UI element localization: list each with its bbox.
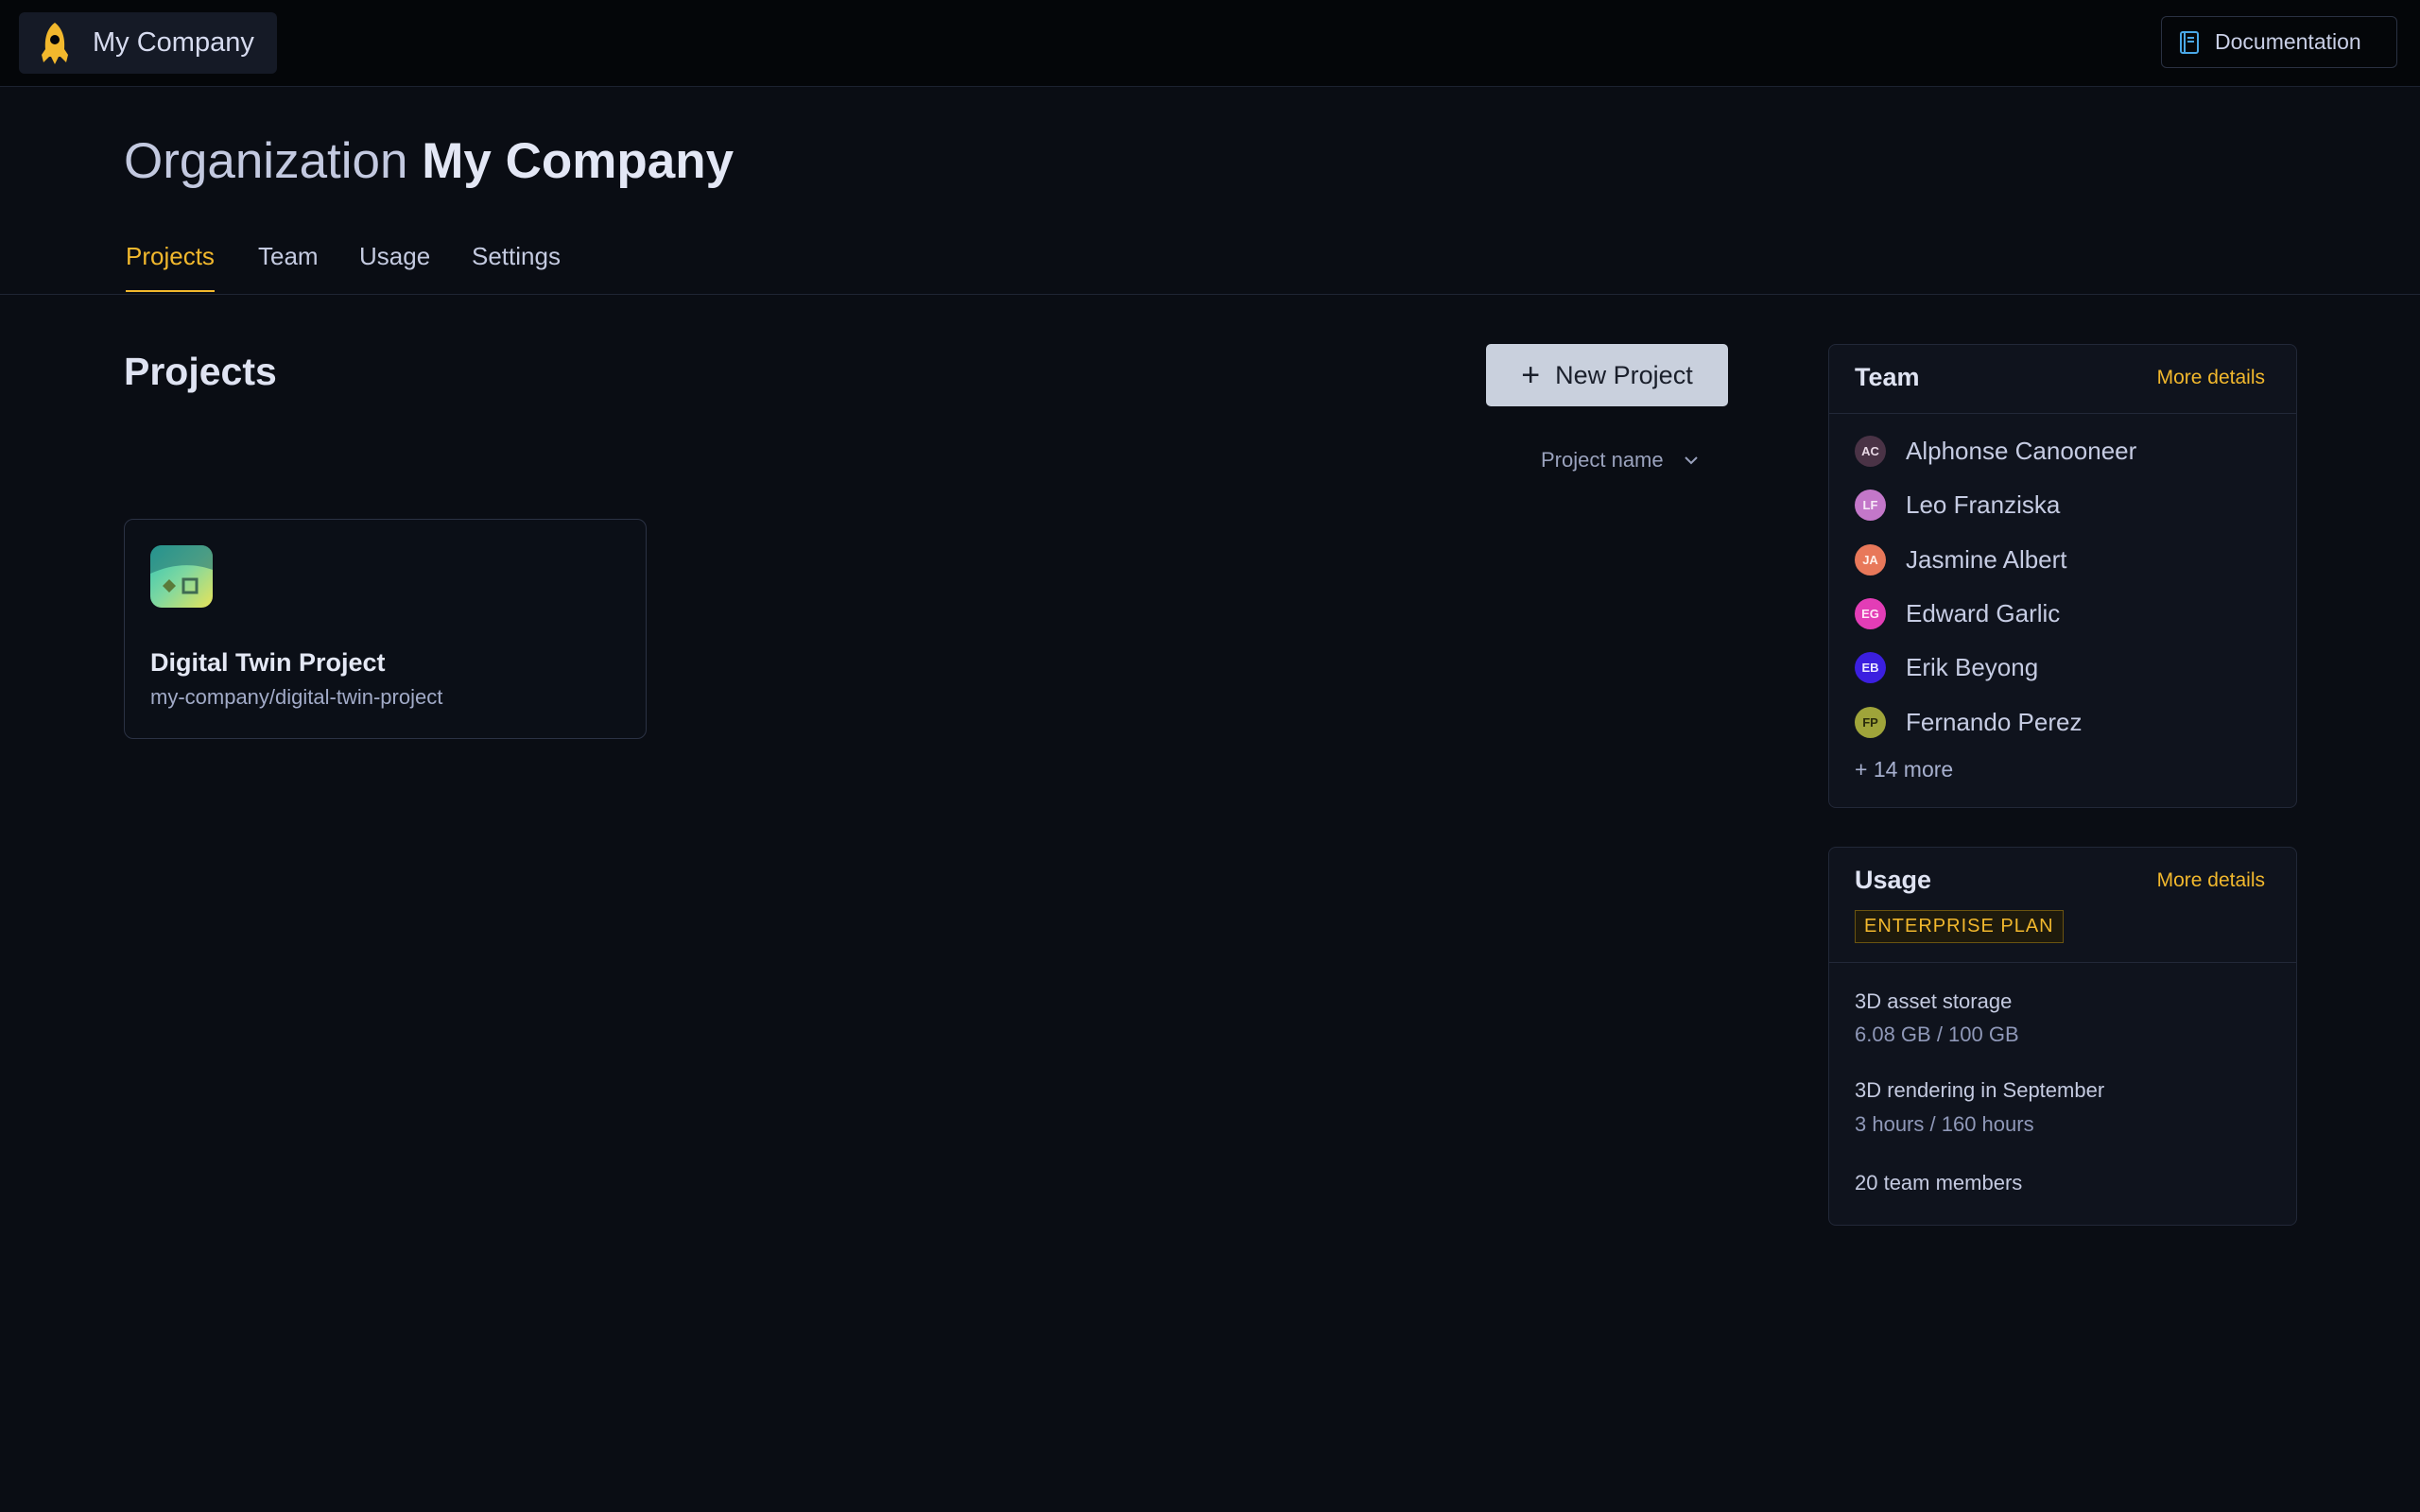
- usage-more-details-link[interactable]: More details: [2157, 869, 2265, 892]
- usage-panel: Usage More details ENTERPRISE PLAN 3D as…: [1828, 847, 2297, 1226]
- avatar: AC: [1855, 435, 1886, 467]
- team-member[interactable]: EG Edward Garlic: [1855, 594, 2060, 632]
- member-name: Leo Franziska: [1906, 490, 2061, 519]
- rocket-logo-icon: [42, 22, 68, 64]
- tab-team[interactable]: Team: [258, 242, 319, 290]
- team-panel-title: Team: [1855, 363, 1920, 391]
- tab-settings[interactable]: Settings: [472, 242, 561, 290]
- project-card[interactable]: Digital Twin Project my-company/digital-…: [124, 519, 647, 739]
- plan-badge: ENTERPRISE PLAN: [1855, 910, 2064, 943]
- team-members-count: 20 team members: [1855, 1171, 2023, 1194]
- new-project-button[interactable]: + New Project: [1486, 344, 1728, 406]
- team-member[interactable]: AC Alphonse Canooneer: [1855, 432, 2136, 470]
- chevron-down-icon: [1684, 456, 1698, 465]
- divider: [1829, 962, 2296, 963]
- more-members-link[interactable]: + 14 more: [1855, 757, 1953, 782]
- team-member[interactable]: LF Leo Franziska: [1855, 486, 2060, 524]
- projects-heading: Projects: [124, 350, 277, 393]
- member-name: Fernando Perez: [1906, 707, 2083, 736]
- team-member[interactable]: FP Fernando Perez: [1855, 703, 2082, 741]
- plus-icon: +: [1521, 357, 1541, 393]
- page-title: Organization My Company: [124, 132, 734, 190]
- storage-value: 6.08 GB / 100 GB: [1855, 1022, 2019, 1046]
- rendering-value: 3 hours / 160 hours: [1855, 1112, 2034, 1136]
- avatar: FP: [1855, 706, 1886, 738]
- avatar: LF: [1855, 489, 1886, 521]
- member-name: Jasmine Albert: [1906, 544, 2067, 574]
- page-title-prefix: Organization: [124, 133, 408, 189]
- divider: [1829, 413, 2296, 414]
- storage-label: 3D asset storage: [1855, 989, 2013, 1013]
- sort-dropdown[interactable]: Project name: [1541, 448, 1700, 472]
- rendering-label: 3D rendering in September: [1855, 1078, 2105, 1102]
- page-title-org: My Company: [422, 133, 735, 189]
- project-name: Digital Twin Project: [150, 648, 386, 677]
- member-name: Erik Beyong: [1906, 652, 2039, 681]
- documentation-label: Documentation: [2215, 29, 2361, 54]
- team-member[interactable]: JA Jasmine Albert: [1855, 541, 2067, 578]
- avatar: EG: [1855, 597, 1886, 629]
- team-more-details-link[interactable]: More details: [2157, 367, 2265, 389]
- tab-projects[interactable]: Projects: [126, 242, 215, 292]
- member-name: Alphonse Canooneer: [1906, 436, 2137, 465]
- team-member[interactable]: EB Erik Beyong: [1855, 648, 2038, 686]
- sort-label: Project name: [1541, 448, 1664, 472]
- org-switcher-label: My Company: [93, 27, 254, 58]
- member-name: Edward Garlic: [1906, 598, 2061, 627]
- project-thumbnail-icon: [150, 545, 213, 608]
- project-slug: my-company/digital-twin-project: [150, 685, 443, 709]
- tab-bar: Projects Team Usage Settings: [0, 227, 2420, 295]
- avatar: JA: [1855, 543, 1886, 576]
- avatar: EB: [1855, 651, 1886, 683]
- top-bar: My Company Documentation: [0, 0, 2420, 87]
- tab-usage[interactable]: Usage: [359, 242, 430, 290]
- book-icon: [2180, 30, 2199, 54]
- new-project-label: New Project: [1555, 360, 1693, 389]
- org-switcher[interactable]: My Company: [19, 12, 277, 74]
- documentation-button[interactable]: Documentation: [2161, 16, 2397, 68]
- usage-panel-title: Usage: [1855, 866, 1932, 894]
- team-panel: Team More details AC Alphonse Canooneer …: [1828, 344, 2297, 808]
